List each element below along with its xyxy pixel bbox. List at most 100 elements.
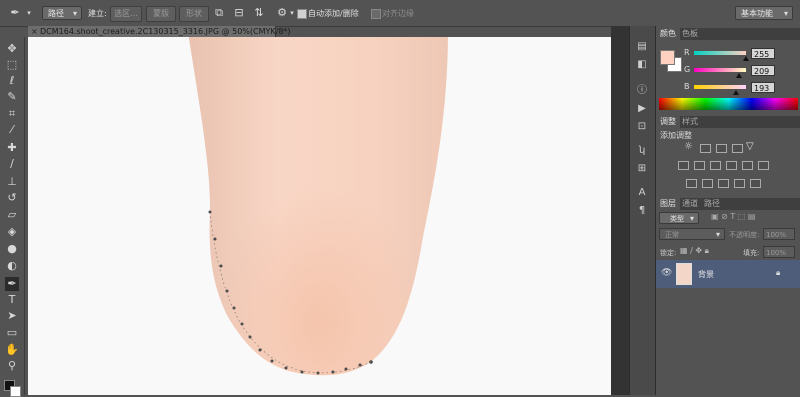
brush-tool-icon[interactable]: ∕: [5, 157, 19, 171]
r-value-input[interactable]: 255: [751, 48, 775, 59]
path-mode-select[interactable]: 路径: [42, 6, 82, 21]
g-slider[interactable]: [694, 68, 746, 72]
b-slider-thumb[interactable]: [733, 90, 739, 95]
g-label: G: [684, 65, 691, 74]
threshold-icon[interactable]: [718, 179, 729, 188]
tab-color[interactable]: 颜色: [656, 28, 680, 40]
tab-layers[interactable]: 图层: [656, 198, 680, 210]
fill-input[interactable]: 100%: [763, 246, 795, 258]
opacity-input[interactable]: 100%: [763, 228, 795, 240]
tab-adjustments[interactable]: 调整: [656, 116, 680, 128]
tab-paths[interactable]: 路径: [700, 198, 724, 210]
layer-filter-select[interactable]: 类型: [659, 212, 699, 225]
photo-filter-icon[interactable]: [726, 161, 737, 170]
curves-adjust-icon[interactable]: [716, 144, 727, 153]
levels-adjust-icon[interactable]: [700, 144, 711, 153]
opacity-label: 不透明度:: [729, 231, 760, 239]
rectangle-tool-icon[interactable]: ▭: [5, 326, 19, 340]
visibility-eye-icon[interactable]: 👁︎: [661, 268, 672, 278]
invert-icon[interactable]: [686, 179, 697, 188]
document-tab[interactable]: × DCM164.shoot_creative.2C130315_3316.JP…: [28, 26, 291, 37]
history-panel-icon[interactable]: ▤: [635, 40, 649, 54]
layers-panel-tabs: 图层 通道 路径: [656, 198, 800, 210]
exposure-adjust-icon[interactable]: [732, 144, 743, 153]
navigator-panel-icon[interactable]: ⊡: [635, 120, 649, 134]
add-adjustment-heading: 添加调整: [660, 131, 692, 140]
align-edges-checkbox[interactable]: [371, 9, 381, 19]
color-spectrum-ramp[interactable]: [659, 98, 798, 110]
layer-row[interactable]: 👁︎ 背景 🔒︎: [656, 260, 800, 288]
properties-panel-icon[interactable]: ◧: [635, 58, 649, 72]
tools-panel: ✥ ⬚ ℓ ✎ ⌗ ⁄ ✚ ∕ ⊥ ↺ ▱ ◈ ● ◐ ✒ T ➤ ▭ ✋ ⚲: [0, 37, 25, 397]
r-slider-thumb[interactable]: [743, 56, 749, 61]
tab-channels[interactable]: 通道: [678, 198, 702, 210]
brush-panel-icon[interactable]: ʮ: [635, 144, 649, 158]
posterize-icon[interactable]: [702, 179, 713, 188]
auto-add-delete-checkbox[interactable]: [297, 9, 307, 19]
vibrance-adjust-icon[interactable]: ▽: [746, 141, 754, 152]
quick-select-tool-icon[interactable]: ✎: [5, 90, 19, 104]
canvas[interactable]: [28, 37, 611, 395]
document-title: DCM164.shoot_creative.2C130315_3316.JPG …: [40, 27, 291, 36]
blend-mode-select[interactable]: 正常: [659, 228, 725, 241]
channel-mixer-icon[interactable]: [742, 161, 753, 170]
character-panel-icon[interactable]: A: [635, 186, 649, 200]
filter-icons[interactable]: ▣ ⊘ T ⬚ ▤: [711, 212, 755, 221]
b-slider[interactable]: [694, 85, 746, 89]
layer-thumbnail: [676, 263, 692, 285]
b-label: B: [684, 82, 690, 91]
paragraph-panel-icon[interactable]: ¶: [635, 204, 649, 218]
lock-icons[interactable]: ▦ ∕ ✥ 🔒︎: [680, 246, 709, 256]
color-lookup-icon[interactable]: [758, 161, 769, 170]
layer-name[interactable]: 背景: [698, 269, 714, 280]
selective-color-icon[interactable]: [750, 179, 761, 188]
healing-brush-tool-icon[interactable]: ✚: [5, 141, 19, 155]
tab-styles[interactable]: 样式: [678, 116, 702, 128]
workspace-select[interactable]: 基本功能: [735, 6, 793, 21]
r-label: R: [684, 48, 690, 57]
hue-saturation-icon[interactable]: [678, 161, 689, 170]
preset-dropdown-icon[interactable]: ▾: [22, 6, 36, 20]
eyedropper-tool-icon[interactable]: ⁄: [5, 123, 19, 137]
make-selection-button[interactable]: 选区...: [110, 6, 142, 22]
crop-tool-icon[interactable]: ⌗: [5, 107, 19, 121]
dodge-tool-icon[interactable]: ◐: [5, 259, 19, 273]
paint-bucket-tool-icon[interactable]: ◈: [5, 225, 19, 239]
make-label: 建立:: [88, 9, 107, 18]
eraser-tool-icon[interactable]: ▱: [5, 208, 19, 222]
foreground-color-chip[interactable]: [660, 50, 675, 65]
pen-tool-icon[interactable]: ✒: [5, 277, 19, 291]
path-operations-icon[interactable]: ⧉: [212, 6, 226, 20]
color-balance-icon[interactable]: [694, 161, 705, 170]
hand-tool-icon[interactable]: ✋: [5, 343, 19, 357]
zoom-tool-icon[interactable]: ⚲: [5, 359, 19, 373]
make-shape-button[interactable]: 形状: [179, 6, 209, 22]
brightness-adjust-icon[interactable]: ☼: [684, 141, 693, 152]
blur-tool-icon[interactable]: ●: [5, 242, 19, 256]
brush-presets-icon[interactable]: ⊞: [635, 162, 649, 176]
r-slider[interactable]: [694, 51, 746, 55]
background-swatch[interactable]: [10, 386, 21, 397]
panel-dock: ▤ ◧ ⓘ ▶ ⊡ ʮ ⊞ A ¶: [629, 26, 655, 395]
finger-image: [188, 37, 448, 376]
path-arrangement-icon[interactable]: ⇅: [252, 6, 266, 20]
type-tool-icon[interactable]: T: [5, 293, 19, 307]
b-value-input[interactable]: 193: [751, 82, 775, 93]
make-mask-button[interactable]: 蒙版: [146, 6, 176, 22]
close-tab-icon[interactable]: ×: [31, 26, 38, 37]
actions-panel-icon[interactable]: ▶: [635, 102, 649, 116]
path-alignment-icon[interactable]: ⊟: [232, 6, 246, 20]
move-tool-icon[interactable]: ✥: [5, 42, 19, 56]
path-select-tool-icon[interactable]: ➤: [5, 309, 19, 323]
clone-stamp-tool-icon[interactable]: ⊥: [5, 175, 19, 189]
g-value-input[interactable]: 209: [751, 65, 775, 76]
lasso-tool-icon[interactable]: ℓ: [5, 74, 19, 88]
black-white-icon[interactable]: [710, 161, 721, 170]
g-slider-thumb[interactable]: [736, 73, 742, 78]
gradient-map-icon[interactable]: [734, 179, 745, 188]
info-panel-icon[interactable]: ⓘ: [635, 84, 649, 98]
marquee-tool-icon[interactable]: ⬚: [5, 58, 19, 72]
tab-swatches[interactable]: 色板: [678, 28, 702, 40]
history-brush-tool-icon[interactable]: ↺: [5, 191, 19, 205]
pen-preset-icon[interactable]: ✒: [8, 6, 22, 20]
